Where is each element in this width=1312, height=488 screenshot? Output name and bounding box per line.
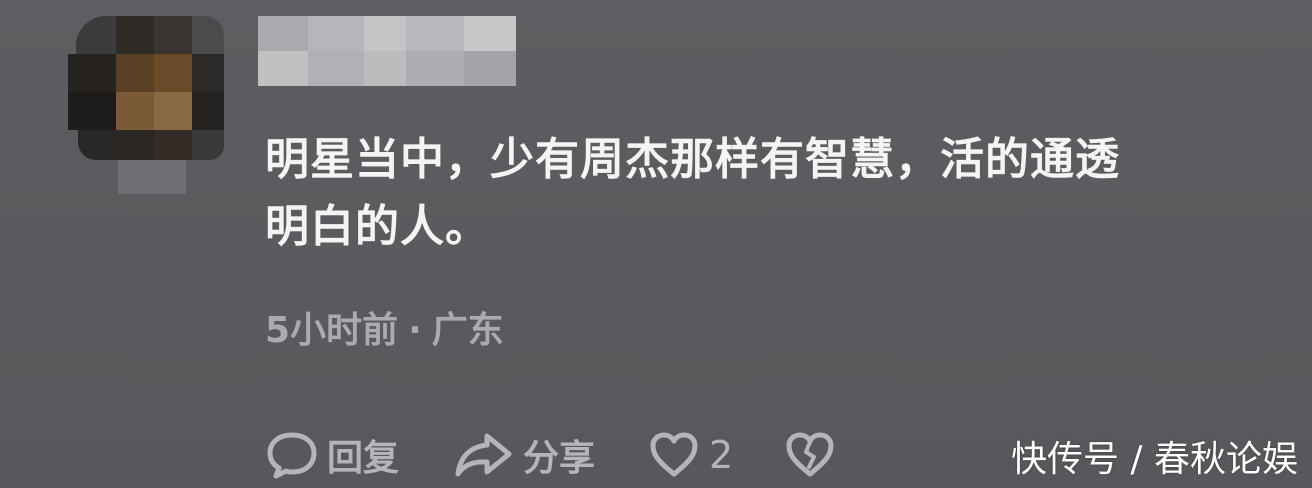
comment-meta: 5小时前 · 广东 <box>265 306 504 356</box>
watermark: 快传号 / 春秋论娱 <box>1010 439 1298 480</box>
speech-bubble-icon <box>265 430 319 480</box>
comment-text: 明星当中，少有周杰那样有智慧，活的通透 明白的人。 <box>265 126 1275 260</box>
dislike-button[interactable] <box>785 431 835 479</box>
comment-card: 明星当中，少有周杰那样有智慧，活的通透 明白的人。 5小时前 · 广东 回复 分… <box>0 0 1312 488</box>
meta-separator: · <box>408 310 422 351</box>
avatar[interactable] <box>68 16 224 194</box>
reply-label: 回复 <box>327 438 400 479</box>
location: 广东 <box>431 310 504 351</box>
comment-line-1: 明星当中，少有周杰那样有智慧，活的通透 <box>265 134 1120 185</box>
share-button[interactable]: 分享 <box>453 429 595 481</box>
reply-button[interactable]: 回复 <box>265 429 399 481</box>
share-label: 分享 <box>523 438 596 479</box>
like-count: 2 <box>709 433 734 477</box>
like-button[interactable]: 2 <box>649 431 733 479</box>
comment-line-2: 明白的人。 <box>265 201 490 252</box>
share-arrow-icon <box>453 430 515 480</box>
timestamp: 5小时前 <box>265 310 399 351</box>
action-bar: 回复 分享 2 <box>265 428 835 482</box>
heart-icon <box>649 431 699 479</box>
broken-heart-icon <box>785 431 835 479</box>
username-blurred[interactable] <box>258 16 516 86</box>
